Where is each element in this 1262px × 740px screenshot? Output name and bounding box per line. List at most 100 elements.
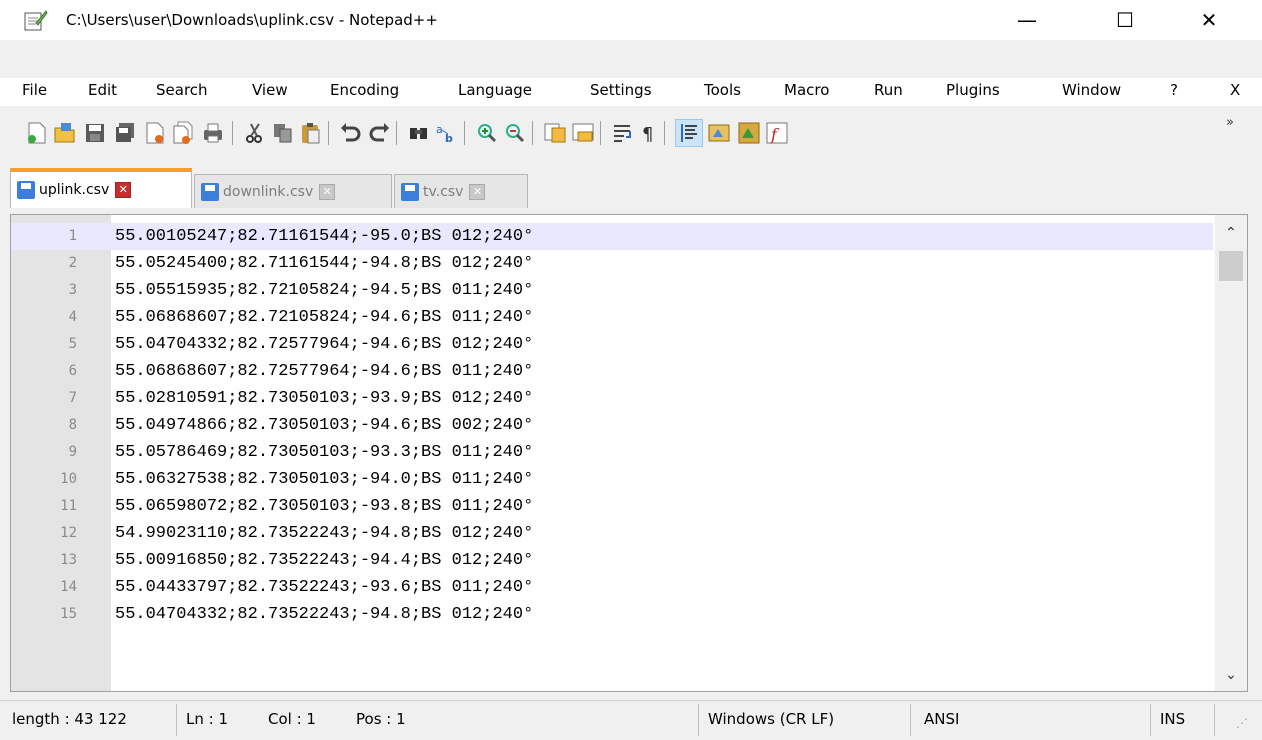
editor-line[interactable]: 7 55.02810591;82.73050103;-93.9;BS 012;24… xyxy=(11,385,1213,412)
line-number: 11 xyxy=(60,498,77,514)
status-encoding[interactable]: ANSI xyxy=(924,710,959,728)
document-map-icon[interactable] xyxy=(736,120,762,146)
tab-label: tv.csv xyxy=(423,183,464,200)
line-number: 8 xyxy=(68,417,77,433)
close-button[interactable]: ✕ xyxy=(1182,0,1236,40)
scroll-thumb[interactable] xyxy=(1219,251,1243,281)
menu-help[interactable]: ? xyxy=(1170,81,1178,99)
line-number: 1 xyxy=(68,228,77,244)
menu-file[interactable]: File xyxy=(22,81,47,99)
indent-guide-icon[interactable] xyxy=(675,119,703,147)
line-text: 55.04974866;82.73050103;-94.6;BS 002;240… xyxy=(115,416,534,435)
menu-settings[interactable]: Settings xyxy=(590,81,652,99)
save-all-icon[interactable] xyxy=(112,120,138,146)
editor-line[interactable]: 2 55.05245400;82.71161544;-94.8;BS 012;24… xyxy=(11,250,1213,277)
user-language-icon[interactable] xyxy=(706,120,732,146)
word-wrap-icon[interactable] xyxy=(610,120,636,146)
line-text: 55.04433797;82.73522243;-93.6;BS 011;240… xyxy=(115,578,534,597)
tab-close-icon[interactable]: ✕ xyxy=(115,182,132,198)
function-list-icon[interactable]: f xyxy=(764,120,790,146)
editor-line[interactable]: 1 55.00105247;82.71161544;-95.0;BS 012;24… xyxy=(11,223,1213,250)
tab-downlink[interactable]: downlink.csv ✕ xyxy=(194,174,392,208)
status-column: Col : 1 xyxy=(268,710,316,728)
line-number: 14 xyxy=(60,579,77,595)
toolbar-separator xyxy=(232,121,233,145)
line-text: 55.00916850;82.73522243;-94.4;BS 012;240… xyxy=(115,551,534,570)
zoom-in-icon[interactable] xyxy=(474,120,500,146)
toolbar-overflow-icon[interactable]: » xyxy=(1226,115,1234,130)
line-number: 3 xyxy=(68,282,77,298)
svg-text:¶: ¶ xyxy=(642,124,653,145)
cut-icon[interactable] xyxy=(242,120,268,146)
tab-uplink[interactable]: uplink.csv ✕ xyxy=(10,168,192,208)
maximize-button[interactable]: ☐ xyxy=(1098,0,1152,40)
redo-icon[interactable] xyxy=(366,120,392,146)
menu-encoding[interactable]: Encoding xyxy=(330,81,399,99)
svg-text:b: b xyxy=(445,132,453,145)
editor-line[interactable]: 10 55.06327538;82.73050103;-94.0;BS 011;2… xyxy=(11,466,1213,493)
line-text: 55.06327538;82.73050103;-94.0;BS 011;240… xyxy=(115,470,534,489)
undo-icon[interactable] xyxy=(338,120,364,146)
status-eol[interactable]: Windows (CR LF) xyxy=(708,710,834,728)
scroll-down-icon[interactable]: ⌄ xyxy=(1215,667,1247,683)
editor-line[interactable]: 4 55.06868607;82.72105824;-94.6;BS 011;24… xyxy=(11,304,1213,331)
sync-horizontal-icon[interactable] xyxy=(570,120,596,146)
editor-line[interactable]: 14 55.04433797;82.73522243;-93.6;BS 011;2… xyxy=(11,574,1213,601)
menu-macro[interactable]: Macro xyxy=(784,81,829,99)
menu-close-doc[interactable]: X xyxy=(1230,81,1240,99)
menu-run[interactable]: Run xyxy=(874,81,903,99)
editor-line[interactable]: 9 55.05786469;82.73050103;-93.3;BS 011;24… xyxy=(11,439,1213,466)
status-line: Ln : 1 xyxy=(186,710,228,728)
close-icon[interactable] xyxy=(142,120,168,146)
paste-icon[interactable] xyxy=(298,120,324,146)
status-separator xyxy=(698,704,699,736)
editor-line[interactable]: 13 55.00916850;82.73522243;-94.4;BS 012;2… xyxy=(11,547,1213,574)
menu-language[interactable]: Language xyxy=(458,81,532,99)
editor-line[interactable]: 3 55.05515935;82.72105824;-94.5;BS 011;24… xyxy=(11,277,1213,304)
line-text: 55.00105247;82.71161544;-95.0;BS 012;240… xyxy=(115,227,534,246)
editor-line[interactable]: 6 55.06868607;82.72577964;-94.6;BS 011;24… xyxy=(11,358,1213,385)
line-text: 55.06868607;82.72577964;-94.6;BS 011;240… xyxy=(115,362,534,381)
title-bar: C:\Users\user\Downloads\uplink.csv - Not… xyxy=(0,0,1262,40)
menu-edit[interactable]: Edit xyxy=(88,81,117,99)
editor-line[interactable]: 5 55.04704332;82.72577964;-94.6;BS 012;24… xyxy=(11,331,1213,358)
menu-search[interactable]: Search xyxy=(156,81,208,99)
menu-tools[interactable]: Tools xyxy=(704,81,741,99)
menu-window[interactable]: Window xyxy=(1062,81,1121,99)
line-text: 55.05245400;82.71161544;-94.8;BS 012;240… xyxy=(115,254,534,273)
status-separator xyxy=(1150,704,1151,736)
save-icon[interactable] xyxy=(82,120,108,146)
tab-close-icon[interactable]: ✕ xyxy=(469,183,486,200)
editor-line[interactable]: 15 55.04704332;82.73522243;-94.8;BS 012;2… xyxy=(11,601,1213,628)
sync-vertical-icon[interactable] xyxy=(542,120,568,146)
print-icon[interactable] xyxy=(200,120,226,146)
editor-line[interactable]: 11 55.06598072;82.73050103;-93.8;BS 011;2… xyxy=(11,493,1213,520)
minimize-button[interactable]: — xyxy=(1000,0,1054,40)
editor-line[interactable]: 8 55.04974866;82.73050103;-94.6;BS 002;24… xyxy=(11,412,1213,439)
copy-icon[interactable] xyxy=(270,120,296,146)
saved-file-icon xyxy=(17,181,35,199)
resize-grip-icon[interactable]: ⋰ xyxy=(1236,716,1256,736)
replace-icon[interactable]: ab xyxy=(434,120,460,146)
new-file-icon[interactable] xyxy=(24,120,50,146)
line-number: 13 xyxy=(60,552,77,568)
scroll-up-icon[interactable]: ⌃ xyxy=(1215,225,1247,241)
find-icon[interactable] xyxy=(406,120,432,146)
line-text: 55.06598072;82.73050103;-93.8;BS 011;240… xyxy=(115,497,534,516)
line-number: 7 xyxy=(68,390,77,406)
show-all-chars-icon[interactable]: ¶ xyxy=(636,120,662,146)
close-all-icon[interactable] xyxy=(170,120,196,146)
open-file-icon[interactable] xyxy=(52,120,78,146)
menu-plugins[interactable]: Plugins xyxy=(946,81,1000,99)
tab-tv[interactable]: tv.csv ✕ xyxy=(394,174,528,208)
text-editor[interactable]: 1 55.00105247;82.71161544;-95.0;BS 012;24… xyxy=(10,214,1248,692)
menu-view[interactable]: View xyxy=(252,81,288,99)
line-text: 55.02810591;82.73050103;-93.9;BS 012;240… xyxy=(115,389,534,408)
toolbar-separator xyxy=(328,121,329,145)
tab-close-icon[interactable]: ✕ xyxy=(319,183,336,200)
line-text: 55.04704332;82.73522243;-94.8;BS 012;240… xyxy=(115,605,534,624)
editor-line[interactable]: 12 54.99023110;82.73522243;-94.8;BS 012;2… xyxy=(11,520,1213,547)
vertical-scrollbar[interactable]: ⌃ ⌄ xyxy=(1215,215,1247,691)
line-text: 55.04704332;82.72577964;-94.6;BS 012;240… xyxy=(115,335,534,354)
zoom-out-icon[interactable] xyxy=(502,120,528,146)
